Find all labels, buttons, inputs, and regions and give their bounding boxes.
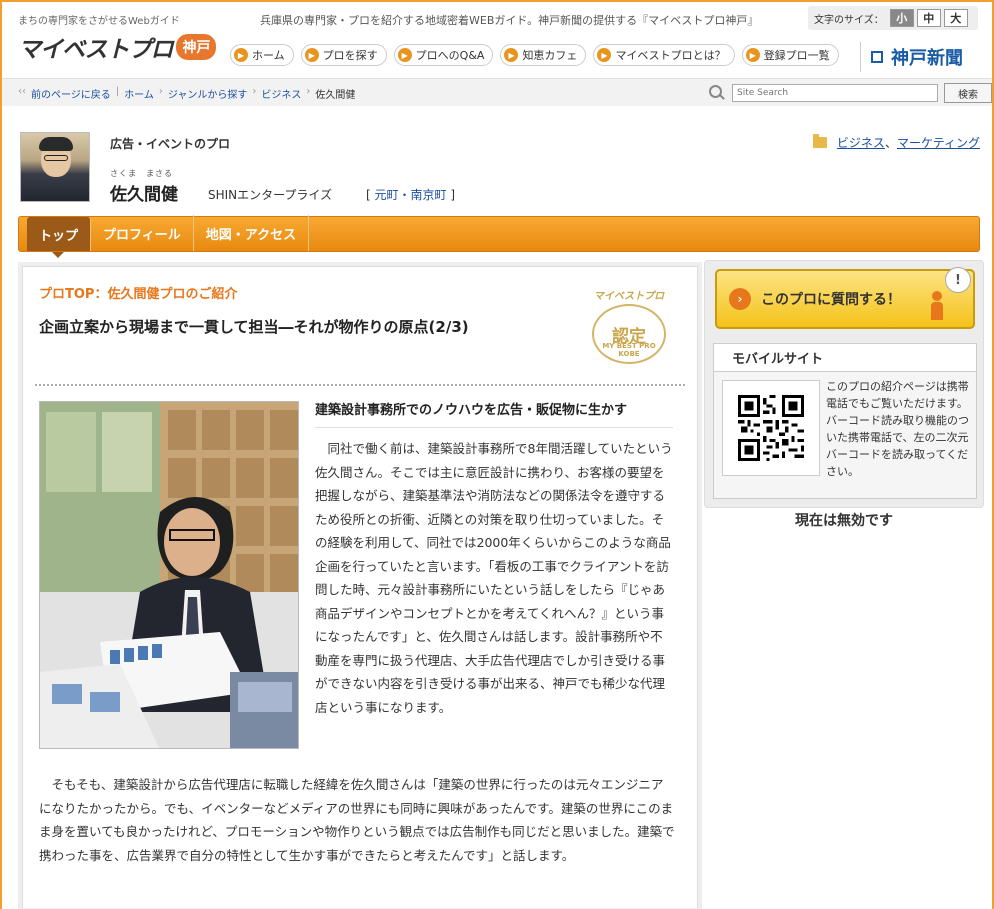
breadcrumb: ‹‹ 前のページに戻る | ホーム › ジャンルから探す › ビジネス › 佐久… xyxy=(18,86,355,101)
nav-pro-list[interactable]: ▶ 登録プロ一覧 xyxy=(741,44,839,66)
genre-link-business[interactable]: ビジネス xyxy=(837,134,885,151)
mobile-site-title: モバイルサイト xyxy=(714,344,976,372)
article-paragraph: 同社で働く前は、建築設計事務所で8年間活躍していたという佐久間さん。そこでは主に… xyxy=(315,441,673,715)
breadcrumb-genre-link[interactable]: ジャンルから探す xyxy=(168,86,248,101)
nav-label: プロへのQ&A xyxy=(415,49,485,62)
main-content: プロTOP：佐久間健プロのご紹介 企画立案から現場まで一貫して担当―それが物作り… xyxy=(22,266,698,909)
ask-pro-label: このプロに質問する！ xyxy=(761,292,901,308)
nav-home[interactable]: ▶ ホーム xyxy=(230,44,294,66)
ask-pro-button[interactable]: › このプロに質問する！ ! xyxy=(715,267,975,329)
area-bracket-open: [ xyxy=(366,188,375,202)
logo-text: マイベストプロ xyxy=(18,37,173,63)
page-frame: まちの専門家をさがせるWebガイド マイベストプロ 神戸 兵庫県の専門家・プロを… xyxy=(0,0,994,909)
mobile-site-description: このプロの紹介ページは携帯電話でもご覧いただけます。 バーコード読み取り機能のつ… xyxy=(826,380,969,478)
profile-tabs: トップ プロフィール 地図・アクセス xyxy=(18,215,980,252)
avatar-glasses-shape xyxy=(44,155,68,161)
mobile-site-box: モバイルサイト このプロの紹介ページは携帯電話でもご覧いただけます。 バーコード… xyxy=(713,343,977,499)
site-search: 検索 xyxy=(708,83,992,103)
site-description: 兵庫県の専門家・プロを紹介する地域密着WEBガイド。神戸新聞の提供する『マイベス… xyxy=(260,14,759,27)
partner-name: 神戸新聞 xyxy=(891,48,963,69)
nav-find-pro[interactable]: ▶ プロを探す xyxy=(300,44,387,66)
area-link[interactable]: 元町・南京町 xyxy=(375,188,447,202)
article-photo xyxy=(39,401,299,749)
search-input[interactable] xyxy=(732,84,938,102)
search-icon xyxy=(708,84,726,102)
exclamation-icon: ! xyxy=(945,267,971,293)
area-bracket-close: ] xyxy=(446,188,456,202)
chevron-right-icon: ▶ xyxy=(745,48,760,62)
nav-label: 登録プロ一覧 xyxy=(763,49,830,62)
nav-qa[interactable]: ▶ プロへのQ&A xyxy=(393,44,494,66)
tab-top[interactable]: トップ xyxy=(27,217,92,251)
subheading-divider xyxy=(315,427,673,428)
stamp-seal: 認定 MY BEST PRO KOBE xyxy=(592,304,666,364)
stamp-brand: マイベストプロ xyxy=(593,291,665,302)
sidebar: › このプロに質問する！ ! モバイルサイト このプロの紹介ページは携帯電話でも… xyxy=(704,260,984,508)
nav-about[interactable]: ▶ マイベストプロとは？ xyxy=(593,44,735,66)
breadcrumb-current: 佐久間健 xyxy=(315,90,356,101)
partner-mark-icon xyxy=(871,51,883,63)
breadcrumb-separator: › xyxy=(158,86,163,97)
pro-name-ruby: さくま まさる xyxy=(110,169,173,178)
pro-genres: ビジネス 、 マーケティング xyxy=(812,134,980,151)
avatar xyxy=(20,132,90,202)
breadcrumb-bar: ‹‹ 前のページに戻る | ホーム › ジャンルから探す › ビジネス › 佐久… xyxy=(2,78,992,106)
genre-link-marketing[interactable]: マーケティング xyxy=(897,134,980,151)
article-photo-illustration xyxy=(40,402,298,748)
pro-category: 広告・イベントのプロ xyxy=(110,137,231,151)
qr-code-icon xyxy=(738,395,804,461)
article-paragraph: そもそも、建築設計から広告代理店に転職した経緯を佐久間さんは「建築の世界に行った… xyxy=(39,777,675,863)
font-size-label: 文字のサイズ： xyxy=(814,14,884,26)
chevron-right-icon: › xyxy=(729,288,751,310)
breadcrumb-home-link[interactable]: ホーム xyxy=(124,86,154,101)
pro-profile-header: 広告・イベントのプロ さくま まさる 佐久間健 SHINエンタープライズ [ 元… xyxy=(18,132,980,208)
certified-stamp: マイベストプロ 認定 MY BEST PRO KOBE xyxy=(583,287,675,367)
chevron-right-icon: ▶ xyxy=(504,48,519,62)
global-nav: ▶ ホーム ▶ プロを探す ▶ プロへのQ&A ▶ 知恵カフェ ▶ マイベストプロとは？ … xyxy=(230,44,846,66)
nav-label: 知恵カフェ xyxy=(522,49,578,62)
font-size-control: 文字のサイズ： 小 中 大 xyxy=(808,6,978,30)
heading-divider xyxy=(35,384,685,386)
chevron-right-icon: ▶ xyxy=(397,48,412,62)
stamp-sub-label: MY BEST PRO KOBE xyxy=(602,342,656,358)
chevron-right-icon: ▶ xyxy=(597,48,612,62)
back-chevron-icon: ‹‹ xyxy=(18,86,26,97)
nav-cafe[interactable]: ▶ 知恵カフェ xyxy=(500,44,587,66)
genre-separator: 、 xyxy=(884,136,897,150)
search-button[interactable]: 検索 xyxy=(944,83,992,103)
person-icon xyxy=(929,291,945,321)
folder-icon xyxy=(812,134,827,148)
article-subheading: 建築設計事務所でのノウハウを広告・販促物に生かす xyxy=(315,403,628,418)
breadcrumb-back-link[interactable]: 前のページに戻る xyxy=(31,86,111,101)
qr-code xyxy=(722,380,820,476)
pro-name: 佐久間健 xyxy=(110,185,178,205)
breadcrumb-separator: | xyxy=(115,86,120,97)
breadcrumb-category-link[interactable]: ビジネス xyxy=(261,86,301,101)
section-title: プロTOP：佐久間健プロのご紹介 xyxy=(39,287,238,302)
tab-profile[interactable]: プロフィール xyxy=(91,215,194,251)
font-size-medium-button[interactable]: 中 xyxy=(916,9,941,27)
chevron-right-icon: ▶ xyxy=(304,48,319,62)
site-tagline: まちの専門家をさがせるWebガイド xyxy=(18,16,180,27)
font-size-large-button[interactable]: 大 xyxy=(943,9,968,27)
nav-label: プロを探す xyxy=(322,49,378,62)
mobile-site-body: このプロの紹介ページは携帯電話でもご覧いただけます。 バーコード読み取り機能のつ… xyxy=(714,372,976,478)
font-size-small-button[interactable]: 小 xyxy=(889,9,914,27)
avatar-hair-shape xyxy=(39,137,73,151)
partner-logo[interactable]: 神戸新聞 xyxy=(860,42,963,72)
nav-label: ホーム xyxy=(252,49,285,62)
breadcrumb-separator: › xyxy=(252,86,257,97)
nav-label: マイベストプロとは？ xyxy=(615,49,726,62)
logo-region-badge: 神戸 xyxy=(176,34,217,60)
site-logo[interactable]: マイベストプロ 神戸 xyxy=(18,30,217,64)
chevron-right-icon: ▶ xyxy=(234,48,248,62)
site-header: まちの専門家をさがせるWebガイド マイベストプロ 神戸 兵庫県の専門家・プロを… xyxy=(2,2,992,78)
tab-map-access[interactable]: 地図・アクセス xyxy=(194,215,310,251)
pro-area: [ 元町・南京町 ] xyxy=(366,186,455,203)
pro-company: SHINエンタープライズ xyxy=(208,188,333,202)
mobile-disabled-note: 現在は無効です xyxy=(795,513,893,529)
article-heading: 企画立案から現場まで一貫して担当―それが物作りの原点(2/3) xyxy=(39,318,469,336)
active-tab-pointer xyxy=(52,252,64,258)
breadcrumb-separator: › xyxy=(306,86,311,97)
